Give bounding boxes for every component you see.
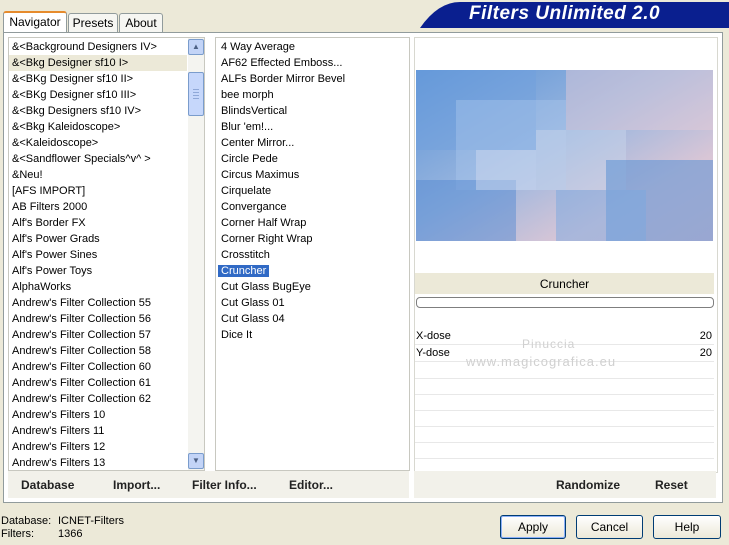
filter-item[interactable]: Cut Glass BugEye	[218, 279, 406, 295]
database-status-value: ICNET-Filters	[58, 515, 124, 527]
filter-item-label: AF62 Effected Emboss...	[221, 57, 343, 69]
category-item[interactable]: &<Background Designers IV>	[9, 39, 187, 55]
filter-item[interactable]: Crosstitch	[218, 247, 406, 263]
filter-item-label: Convergance	[221, 201, 287, 213]
category-item[interactable]: Andrew's Filter Collection 56	[9, 311, 187, 327]
category-item[interactable]: AlphaWorks	[9, 279, 187, 295]
category-item[interactable]: Andrew's Filter Collection 61	[9, 375, 187, 391]
category-item[interactable]: Alf's Power Sines	[9, 247, 187, 263]
category-item[interactable]: &<Bkg Designer sf10 I>	[9, 55, 187, 71]
category-item[interactable]: AB Filters 2000	[9, 199, 187, 215]
filter-item[interactable]: Circle Pede	[218, 151, 406, 167]
filter-item-label: Corner Half Wrap	[221, 217, 307, 229]
filter-item-label: Blur 'em!...	[221, 121, 274, 133]
app-title: Filters Unlimited 2.0	[469, 3, 661, 24]
filter-item-label: bee morph	[221, 89, 274, 101]
category-item[interactable]: Andrew's Filter Collection 60	[9, 359, 187, 375]
category-item[interactable]: Alf's Border FX	[9, 215, 187, 231]
category-item[interactable]: Alf's Power Toys	[9, 263, 187, 279]
category-item[interactable]: &<Kaleidoscope>	[9, 135, 187, 151]
filter-item-label: Circle Pede	[221, 153, 278, 165]
category-list[interactable]: &<Background Designers IV> &<Bkg Designer…	[8, 37, 205, 471]
category-item[interactable]: &<Sandflower Specials^v^ >	[9, 151, 187, 167]
filter-item[interactable]: Cut Glass 01	[218, 295, 406, 311]
database-status-label: Database:	[1, 515, 52, 527]
category-item[interactable]: Andrew's Filter Collection 57	[9, 327, 187, 343]
filter-item[interactable]: 4 Way Average	[218, 39, 406, 55]
filter-item[interactable]: Center Mirror...	[218, 135, 406, 151]
category-item[interactable]: Andrew's Filters 11	[9, 423, 187, 439]
category-item[interactable]: &<BKg Designer sf10 II>	[9, 71, 187, 87]
param-label: X-dose	[416, 330, 451, 342]
filter-item-label: Crosstitch	[221, 249, 270, 261]
filters-status-value: 1366	[58, 528, 83, 540]
filter-item-label: Circus Maximus	[221, 169, 300, 181]
filter-item-label: Cut Glass 01	[221, 297, 285, 309]
category-item[interactable]: Andrew's Filter Collection 55	[9, 295, 187, 311]
filter-item[interactable]: Cirquelate	[218, 183, 406, 199]
filter-info-button[interactable]: Filter Info...	[192, 478, 257, 492]
filter-item-label: Dice It	[221, 329, 253, 341]
category-item[interactable]: Andrew's Filters 13	[9, 455, 187, 470]
reset-button[interactable]: Reset	[655, 478, 688, 492]
cancel-button[interactable]: Cancel	[576, 515, 643, 539]
category-item[interactable]: [AFS IMPORT]	[9, 183, 187, 199]
scroll-thumb[interactable]	[188, 72, 204, 116]
tab-about[interactable]: About	[119, 13, 163, 33]
filter-item[interactable]: Cruncher	[218, 263, 406, 279]
import-button[interactable]: Import...	[113, 478, 160, 492]
preview-image	[416, 70, 713, 241]
filter-list[interactable]: 4 Way Average AF62 Effected Emboss... ALFs…	[215, 37, 410, 471]
filter-item-label: Center Mirror...	[221, 137, 295, 149]
category-item[interactable]: &<Bkg Designers sf10 IV>	[9, 103, 187, 119]
category-item[interactable]: Andrew's Filter Collection 58	[9, 343, 187, 359]
param-value[interactable]: 20	[700, 345, 712, 361]
category-item[interactable]: Alf's Power Grads	[9, 231, 187, 247]
scroll-up-icon[interactable]: ▲	[188, 39, 204, 55]
help-button[interactable]: Help	[653, 515, 721, 539]
filter-item[interactable]: BlindsVertical	[218, 103, 406, 119]
filter-item[interactable]: Blur 'em!...	[218, 119, 406, 135]
progress-bar	[416, 297, 714, 308]
filter-item-label: BlindsVertical	[221, 105, 288, 117]
watermark-line2: www.magicografica.eu	[466, 354, 617, 369]
filter-item[interactable]: bee morph	[218, 87, 406, 103]
category-item[interactable]: Andrew's Filter Collection 62	[9, 391, 187, 407]
param-value[interactable]: 20	[700, 328, 712, 344]
filter-item-label: Corner Right Wrap	[221, 233, 313, 245]
tab-presets[interactable]: Presets	[68, 13, 118, 33]
param-label: Y-dose	[416, 347, 450, 359]
watermark-line1: Pinuccia	[522, 337, 576, 351]
filter-item-label: Cut Glass 04	[221, 313, 285, 325]
filter-item[interactable]: Dice It	[218, 327, 406, 343]
category-item[interactable]: &Neu!	[9, 167, 187, 183]
filter-item[interactable]: Cut Glass 04	[218, 311, 406, 327]
category-item[interactable]: Andrew's Filters 12	[9, 439, 187, 455]
filter-item[interactable]: AF62 Effected Emboss...	[218, 55, 406, 71]
category-item[interactable]: Andrew's Filters 10	[9, 407, 187, 423]
filter-item-label: Cruncher	[218, 265, 270, 277]
randomize-button[interactable]: Randomize	[556, 478, 620, 492]
editor-button[interactable]: Editor...	[289, 478, 333, 492]
category-item[interactable]: &<BKg Designer sf10 III>	[9, 87, 187, 103]
filters-status-label: Filters:	[1, 528, 34, 540]
filter-item-label: Cut Glass BugEye	[221, 281, 311, 293]
apply-button[interactable]: Apply	[500, 515, 566, 539]
category-item[interactable]: &<Bkg Kaleidoscope>	[9, 119, 187, 135]
filter-item-label: Cirquelate	[221, 185, 272, 197]
filter-item[interactable]: ALFs Border Mirror Bevel	[218, 71, 406, 87]
category-scrollbar[interactable]: ▲ ▼	[188, 38, 204, 470]
filter-item[interactable]: Corner Right Wrap	[218, 231, 406, 247]
filter-item[interactable]: Circus Maximus	[218, 167, 406, 183]
database-button[interactable]: Database	[21, 478, 74, 492]
filter-item-label: ALFs Border Mirror Bevel	[221, 73, 346, 85]
filter-item[interactable]: Convergance	[218, 199, 406, 215]
filter-name-label: Cruncher	[539, 277, 590, 291]
filter-item[interactable]: Corner Half Wrap	[218, 215, 406, 231]
scroll-down-icon[interactable]: ▼	[188, 453, 204, 469]
filter-item-label: 4 Way Average	[221, 41, 295, 53]
